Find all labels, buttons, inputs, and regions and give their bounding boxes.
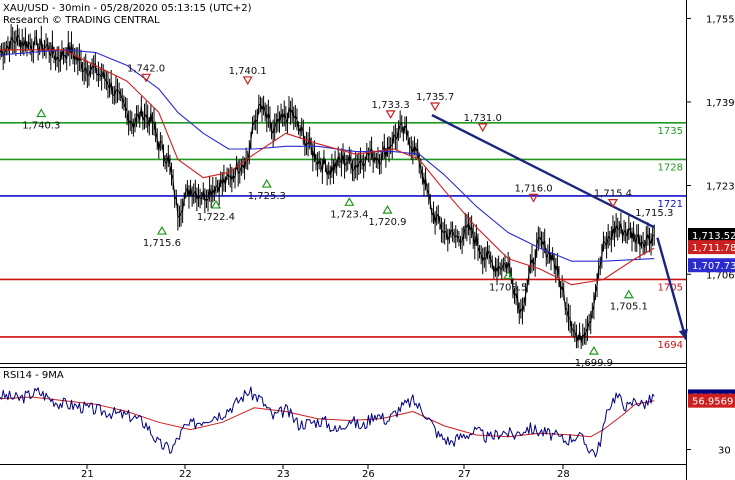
y-tick-label: 1,723: [706, 182, 735, 193]
annotation-label: 1,735.7: [416, 92, 454, 103]
x-tick-label: 21: [81, 469, 94, 480]
x-tick-label: 23: [277, 469, 290, 480]
annotation-label: 1,742.0: [127, 63, 165, 74]
chart-title: XAU/USD - 30min - 05/28/2020 05:13:15 (U…: [3, 3, 252, 14]
annotation-label: 1,715.4: [594, 189, 632, 200]
rsi-tag-label: 56.9569: [692, 397, 733, 408]
price-tag-label: 1,707.73: [692, 261, 735, 272]
annotation-label: 1,715.3: [635, 208, 673, 219]
annotation-label: 1,740.1: [229, 66, 267, 77]
annotation-label: 1,699.9: [575, 358, 613, 369]
annotation-label: 1,708.5: [489, 282, 527, 293]
annotation-label: 1,715.6: [143, 238, 181, 249]
annotation-label: 1,725.3: [248, 191, 286, 202]
annotation-label: 1,720.9: [368, 217, 406, 228]
y-tick-label: 1,739: [706, 98, 735, 109]
annotation-label: 1,716.0: [514, 183, 552, 194]
x-tick-label: 28: [557, 469, 570, 480]
annotation-label: 1,722.4: [197, 212, 235, 223]
level-label-1735: 1735: [658, 126, 683, 137]
x-tick-label: 27: [458, 469, 471, 480]
chart-canvas: XAU/USD - 30min - 05/28/2020 05:13:15 (U…: [0, 0, 735, 480]
x-tick-label: 26: [362, 469, 375, 480]
annotation-label: 1,705.1: [610, 302, 648, 313]
level-label-1728: 1728: [658, 162, 683, 173]
annotation-label: 1,740.3: [22, 121, 60, 132]
annotation-label: 1,731.0: [464, 113, 502, 124]
chart-subtitle: Research © TRADING CENTRAL: [3, 15, 160, 26]
annotation-label: 1,723.4: [330, 209, 368, 220]
x-tick-label: 22: [179, 469, 192, 480]
price-tag-label: 1,711.78: [692, 243, 735, 254]
y-tick-label: 1,755: [706, 14, 735, 25]
level-label-1694: 1694: [658, 340, 683, 351]
annotation-label: 1,733.3: [372, 100, 410, 111]
rsi-y-tick-label: 30: [718, 446, 731, 457]
rsi-title: RSI14 - 9MA: [3, 370, 64, 381]
